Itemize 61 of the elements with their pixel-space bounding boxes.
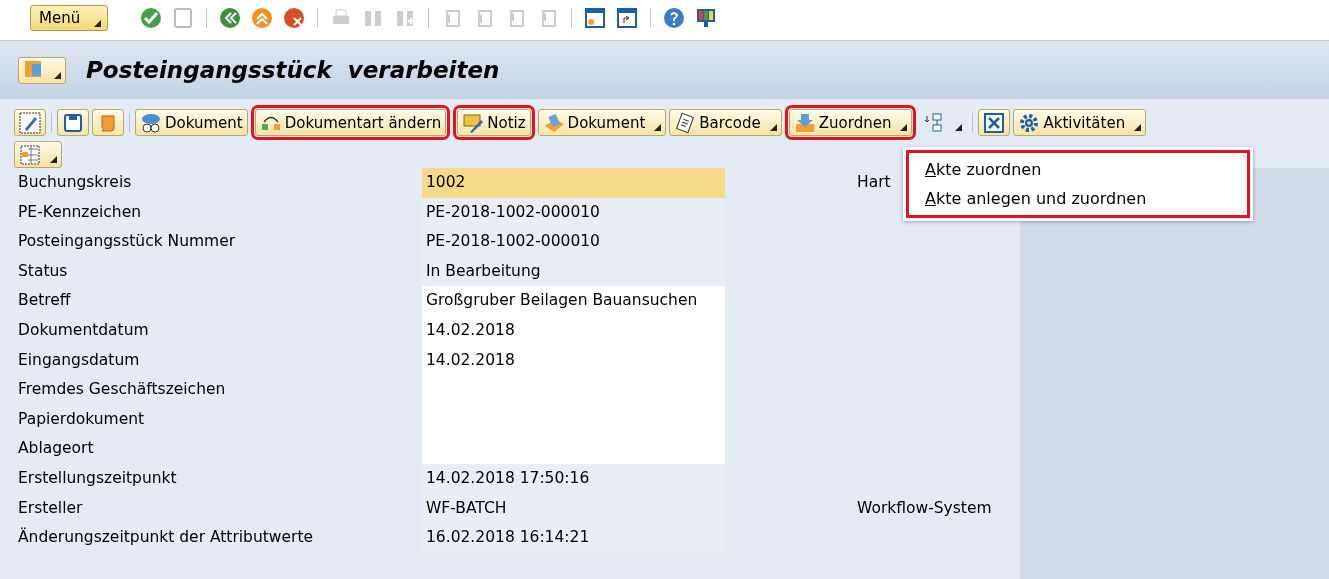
caret-icon xyxy=(94,19,102,27)
field-label: Änderungszeitpunkt der Attributwerte xyxy=(17,526,315,549)
field-label: Fremdes Geschäftszeichen xyxy=(17,379,227,401)
field-value[interactable]: Großgruber Beilagen Bauansuchen xyxy=(422,286,725,316)
gear-icon xyxy=(1018,111,1041,134)
field-label: Papierdokument xyxy=(17,408,146,430)
caret-icon xyxy=(50,156,57,163)
toolbar-button[interactable] xyxy=(14,109,46,136)
field-label: Posteingangsstück Nummer xyxy=(17,231,237,253)
table-icon xyxy=(19,143,41,166)
cancel-icon[interactable] xyxy=(283,7,306,29)
check-icon[interactable] xyxy=(140,7,163,29)
field-description: Hart xyxy=(857,172,891,193)
caret-icon xyxy=(955,124,963,131)
toolbar-button[interactable]: Dokument xyxy=(537,109,667,136)
menu-item[interactable]: Akte zuordnen xyxy=(903,157,1253,182)
field-value[interactable]: 1002 xyxy=(422,168,725,198)
glasses-icon xyxy=(140,111,162,134)
help-icon[interactable] xyxy=(663,7,686,29)
field-value: 16.02.2018 16:14:21 xyxy=(422,523,725,553)
field-value[interactable] xyxy=(422,434,725,464)
save-icon xyxy=(62,111,84,134)
screen-menu-button[interactable] xyxy=(18,56,66,84)
field-label: Buchungskreis xyxy=(17,172,133,193)
field-value: 14.02.2018 17:50:16 xyxy=(422,463,725,494)
menu-item[interactable]: Akte anlegen und zuordnen xyxy=(903,186,1253,211)
field-value: WF-BATCH xyxy=(422,493,725,524)
close-icon xyxy=(983,111,1006,134)
pencil-icon xyxy=(19,111,41,134)
assign-icon xyxy=(793,111,816,134)
toolbar-button[interactable]: Aktivitäten xyxy=(1013,109,1147,136)
field-value: PE-2018-1002-000010 xyxy=(422,227,725,257)
field-label: Ablageort xyxy=(17,438,95,460)
field-label: PE-Kennzeichen xyxy=(17,201,142,223)
field-label: Erstellungszeitpunkt xyxy=(17,467,178,489)
toolbar-button[interactable]: Dokument xyxy=(135,109,248,136)
window-title: Posteingangsstück verarbeiten xyxy=(86,57,500,83)
field-label: Ersteller xyxy=(17,497,84,519)
toolbar-button[interactable] xyxy=(978,109,1011,136)
field-label: Dokumentdatum xyxy=(17,319,150,341)
toolbar-button[interactable] xyxy=(57,109,89,136)
layout-button[interactable] xyxy=(14,141,62,168)
save-icon[interactable] xyxy=(172,7,195,29)
monitor-icon[interactable] xyxy=(695,7,718,29)
field-description: Workflow-System xyxy=(857,497,992,519)
field-label: Status xyxy=(17,260,69,282)
field-label: Betreff xyxy=(17,290,72,312)
note-icon xyxy=(462,111,485,134)
field-value[interactable]: 14.02.2018 xyxy=(422,315,725,346)
field-label: Eingangsdatum xyxy=(17,349,141,371)
toolbar-button[interactable]: Barcode xyxy=(669,109,782,136)
exit-icon[interactable] xyxy=(251,7,274,29)
shortcut-icon[interactable] xyxy=(616,7,639,29)
caret-icon xyxy=(54,71,61,79)
field-value: In Bearbeitung xyxy=(422,256,725,287)
back-icon[interactable] xyxy=(219,7,242,29)
field-value[interactable]: 14.02.2018 xyxy=(422,345,725,376)
toolbar-button[interactable] xyxy=(92,109,124,136)
new-window-icon[interactable] xyxy=(584,7,607,29)
field-value: PE-2018-1002-000010 xyxy=(422,197,725,228)
menu-button[interactable]: Menü xyxy=(30,5,109,31)
